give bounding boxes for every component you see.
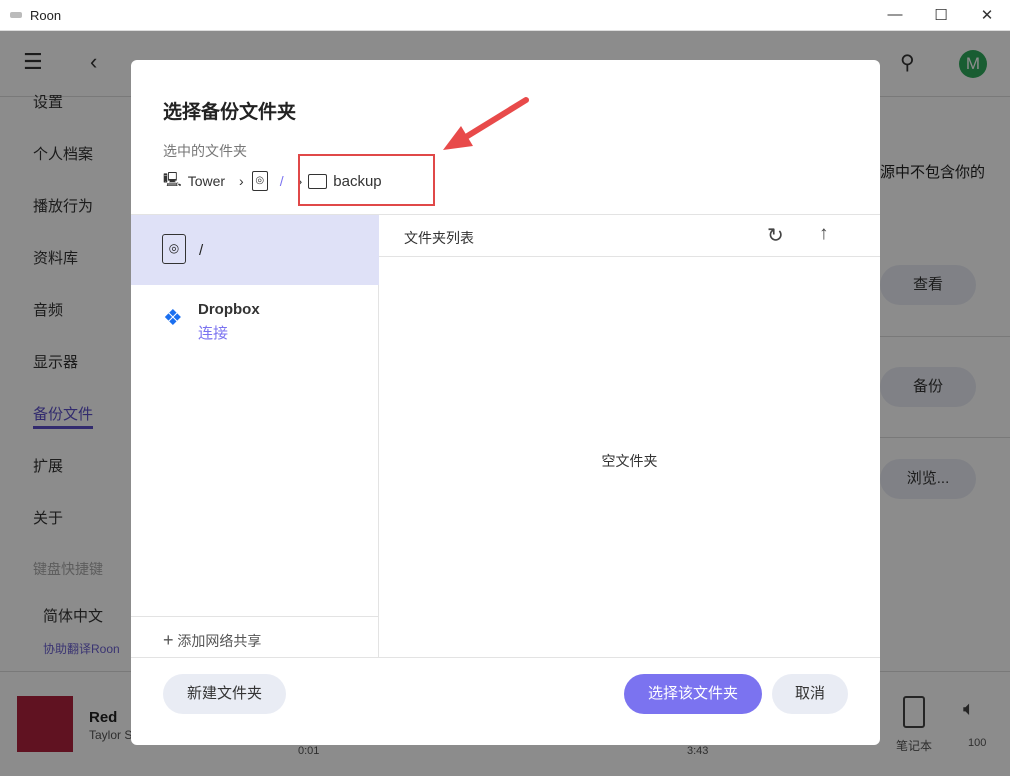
source-item-dropbox[interactable]: ❖ Dropbox 连接	[131, 285, 379, 355]
dialog-title: 选择备份文件夹	[163, 102, 297, 123]
window-title: Roon	[30, 7, 62, 23]
dropbox-connect-link[interactable]: 连接	[198, 322, 228, 343]
drive-icon: ◎	[162, 234, 186, 264]
title-bar: Roon — ☐ ✕	[0, 0, 1010, 31]
plus-icon: +	[163, 630, 174, 650]
server-icon: 🖳	[163, 171, 182, 187]
roon-logo-icon	[10, 12, 22, 18]
source-name: /	[199, 242, 204, 259]
annotation-highlight-box	[298, 154, 435, 206]
close-button[interactable]: ✕	[964, 6, 1010, 24]
annotation-arrow	[443, 97, 529, 150]
source-list: ◎ / ❖ Dropbox 连接	[131, 214, 379, 657]
folder-list: 文件夹列表 ↻ ↑ 空文件夹	[379, 214, 880, 657]
source-item-root[interactable]: ◎ /	[131, 215, 379, 285]
breadcrumb-tower[interactable]: Tower	[188, 173, 225, 189]
select-folder-button[interactable]: 选择该文件夹	[624, 674, 762, 714]
drive-icon: ◎	[251, 171, 268, 191]
maximize-button[interactable]: ☐	[918, 6, 964, 24]
cancel-button[interactable]: 取消	[772, 674, 848, 714]
add-share-label: 添加网络共享	[177, 633, 262, 649]
selected-folder-label: 选中的文件夹	[163, 143, 247, 159]
empty-folder-message: 空文件夹	[601, 453, 658, 469]
new-folder-button[interactable]: 新建文件夹	[163, 674, 286, 714]
source-name: Dropbox	[198, 301, 260, 318]
arrow-up-icon[interactable]: ↑	[819, 223, 829, 245]
select-backup-folder-dialog: 选择备份文件夹 选中的文件夹 🖳 Tower › ◎ / › backup ◎ …	[131, 60, 880, 745]
folder-list-header: 文件夹列表	[404, 230, 474, 246]
add-network-share-button[interactable]: + 添加网络共享	[131, 616, 379, 657]
breadcrumb-root[interactable]: /	[280, 173, 284, 189]
dropbox-icon: ❖	[163, 305, 183, 330]
minimize-button[interactable]: —	[872, 6, 918, 24]
chevron-right-icon: ›	[239, 173, 244, 189]
refresh-icon[interactable]: ↻	[767, 223, 784, 248]
